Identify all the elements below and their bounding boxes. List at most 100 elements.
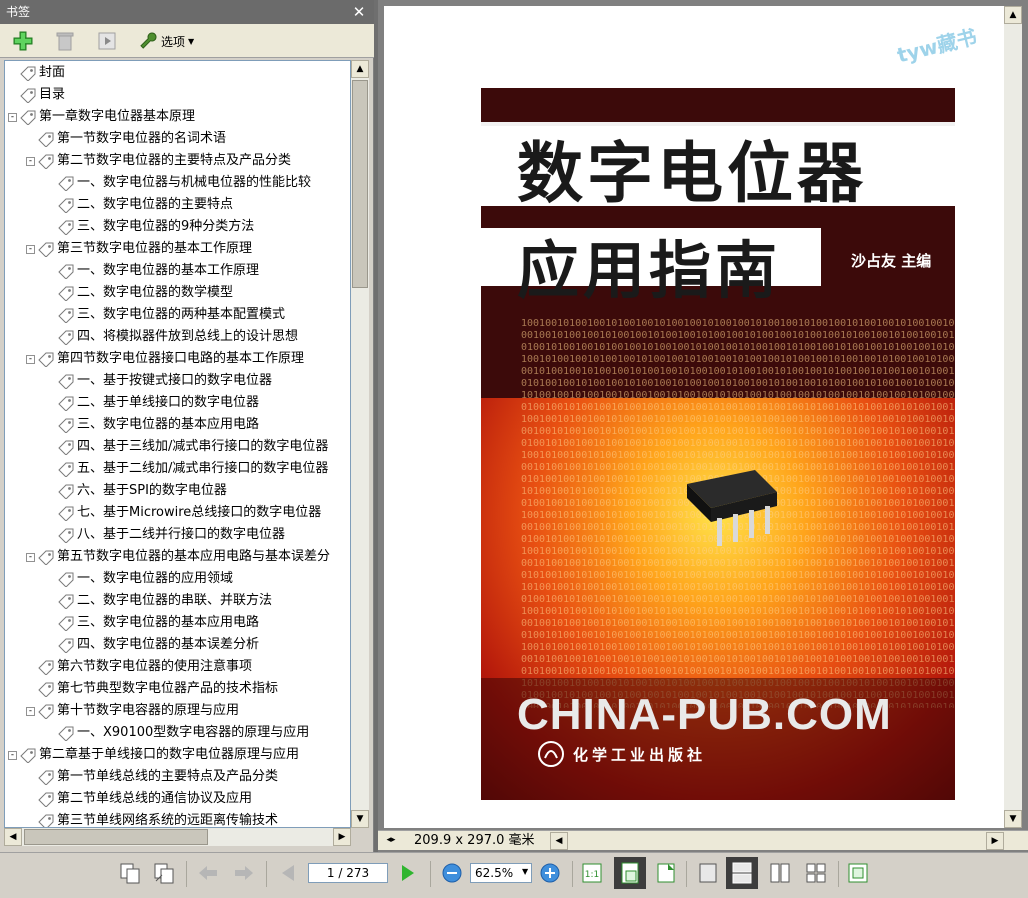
bookmark-label: 一、数字电位器的应用领域	[77, 571, 234, 586]
pdf-page[interactable]: tyw藏书 1001001010010010100100101001001010…	[384, 6, 1004, 828]
page-size-readout: 209.9 x 297.0 毫米	[414, 833, 535, 848]
bookmark-item[interactable]: 第十节数字电容器的原理与应用	[37, 700, 239, 722]
bookmark-item[interactable]: 一、X90100型数字电容器的原理与应用	[57, 722, 309, 744]
bookmark-icon	[58, 528, 74, 543]
page-number-input[interactable]: 1 / 273	[308, 863, 388, 883]
tree-toggle-icon[interactable]: -	[26, 245, 35, 254]
scroll-down-icon[interactable]: ▼	[351, 810, 369, 828]
bookmark-item[interactable]: 二、数字电位器的数学模型	[57, 282, 233, 304]
document-status-bar: ◂▸ 209.9 x 297.0 毫米 ◀ ▶	[378, 830, 1028, 850]
scroll-left-icon[interactable]: ◀	[4, 828, 22, 846]
bookmark-item[interactable]: 第一节单线总线的主要特点及产品分类	[37, 766, 278, 788]
bookmark-item[interactable]: 一、数字电位器的应用领域	[57, 568, 233, 590]
full-screen-icon[interactable]	[846, 861, 870, 885]
bookmark-item[interactable]: 三、数字电位器的9种分类方法	[57, 216, 254, 238]
scroll-down-icon[interactable]: ▼	[1004, 810, 1022, 828]
bookmark-item[interactable]: 一、数字电位器的基本工作原理	[57, 260, 259, 282]
scrollbar-thumb[interactable]	[352, 80, 368, 288]
bookmark-vertical-scrollbar[interactable]: ▲ ▼	[351, 60, 369, 828]
bookmark-icon	[20, 66, 36, 81]
tree-toggle-icon[interactable]: -	[8, 751, 17, 760]
bookmark-icon	[58, 506, 74, 521]
bookmark-item[interactable]: 二、基于单线接口的数字电位器	[57, 392, 259, 414]
bookmark-label: 三、数字电位器的两种基本配置模式	[77, 307, 286, 322]
facing-pages-icon[interactable]	[768, 861, 792, 885]
scroll-up-icon[interactable]: ▲	[351, 60, 369, 78]
scroll-up-icon[interactable]: ▲	[1004, 6, 1022, 24]
bookmark-item[interactable]: 二、数字电位器的串联、并联方法	[57, 590, 272, 612]
tree-toggle-icon[interactable]: -	[26, 157, 35, 166]
bookmark-item[interactable]: 六、基于SPI的数字电位器	[57, 480, 227, 502]
bookmark-icon	[38, 550, 54, 565]
bookmark-item[interactable]: 封面	[19, 62, 65, 84]
single-page-icon[interactable]	[696, 861, 720, 885]
scroll-left-icon[interactable]: ◀	[550, 832, 568, 850]
zoom-in-icon[interactable]	[538, 861, 562, 885]
cover-stripes	[789, 232, 819, 286]
pages-tab-icon[interactable]	[118, 861, 142, 885]
bookmark-item[interactable]: 目录	[19, 84, 65, 106]
scroll-right-icon[interactable]: ▶	[333, 828, 351, 846]
close-icon[interactable]: ✕	[352, 0, 366, 24]
previous-page-icon[interactable]	[276, 861, 300, 885]
scrollbar-track[interactable]	[1005, 26, 1021, 806]
bookmark-item[interactable]: 第三节数字电位器的基本工作原理	[37, 238, 252, 260]
bookmark-horizontal-scrollbar[interactable]: ◀ ▶	[4, 828, 351, 846]
forward-arrow-icon[interactable]	[232, 861, 256, 885]
bookmark-item[interactable]: 四、将模拟器件放到总线上的设计思想	[57, 326, 298, 348]
bookmark-icon	[20, 88, 36, 103]
bookmark-item[interactable]: 四、基于三线加/减式串行接口的数字电位器	[57, 436, 328, 458]
options-menu-button[interactable]: 选项 ▼	[138, 30, 194, 52]
bookmark-icon	[58, 330, 74, 345]
fit-page-icon[interactable]	[614, 857, 646, 889]
bookmark-item[interactable]: 第六节数字电位器的使用注意事项	[37, 656, 252, 678]
bookmark-item[interactable]: 第一章数字电位器基本原理	[19, 106, 195, 128]
delete-bookmark-icon[interactable]	[54, 30, 76, 52]
cover-title-line1: 数字电位器	[517, 135, 867, 212]
back-arrow-icon[interactable]	[196, 861, 220, 885]
bookmark-item[interactable]: 四、数字电位器的基本误差分析	[57, 634, 259, 656]
bookmark-item[interactable]: 一、数字电位器与机械电位器的性能比较	[57, 172, 311, 194]
bookmark-item[interactable]: 五、基于二线加/减式串行接口的数字电位器	[57, 458, 328, 480]
bookmark-label: 第三节单线网络系统的远距离传输技术	[57, 813, 279, 828]
chevron-down-icon[interactable]: ▼	[522, 867, 528, 876]
bookmark-item[interactable]: 第二章基于单线接口的数字电位器原理与应用	[19, 744, 299, 766]
next-page-icon[interactable]	[396, 861, 420, 885]
bookmark-item[interactable]: 第二节数字电位器的主要特点及产品分类	[37, 150, 291, 172]
bookmark-item[interactable]: 一、基于按键式接口的数字电位器	[57, 370, 272, 392]
scrollbar-thumb[interactable]	[24, 829, 208, 845]
bookmark-item[interactable]: 第四节数字电位器接口电路的基本工作原理	[37, 348, 304, 370]
bookmark-item[interactable]: 第七节典型数字电位器产品的技术指标	[37, 678, 278, 700]
bookmark-item[interactable]: 第二节单线总线的通信协议及应用	[37, 788, 252, 810]
fit-width-icon[interactable]	[654, 861, 678, 885]
continuous-page-icon[interactable]	[726, 857, 758, 889]
tree-toggle-icon[interactable]: -	[26, 707, 35, 716]
bookmark-label: 四、基于三线加/减式串行接口的数字电位器	[77, 439, 329, 454]
cover-publisher-name: 化学工业出版社	[573, 746, 707, 764]
book-cover: 1001001010010010100100101001001010010010…	[481, 88, 955, 800]
document-vertical-scrollbar[interactable]: ▲ ▼	[1004, 6, 1022, 828]
bookmark-label: 第二节单线总线的通信协议及应用	[57, 791, 253, 806]
bookmark-item[interactable]: 二、数字电位器的主要特点	[57, 194, 233, 216]
bookmark-label: 三、数字电位器的9种分类方法	[77, 219, 255, 234]
bookmark-item[interactable]: 三、数字电位器的基本应用电路	[57, 414, 259, 436]
expand-icon[interactable]	[96, 30, 118, 52]
zoom-out-icon[interactable]	[440, 861, 464, 885]
actual-size-icon[interactable]: 1:1	[580, 861, 604, 885]
tree-toggle-icon[interactable]: -	[26, 553, 35, 562]
expand-arrows-icon[interactable]: ◂▸	[382, 832, 400, 850]
bookmark-item[interactable]: 七、基于Microwire总线接口的数字电位器	[57, 502, 321, 524]
bookmark-item[interactable]: 八、基于二线并行接口的数字电位器	[57, 524, 285, 546]
bookmarks-tab-icon[interactable]	[152, 861, 176, 885]
add-bookmark-icon[interactable]	[12, 30, 34, 52]
bookmark-item[interactable]: 三、数字电位器的基本应用电路	[57, 612, 259, 634]
bookmark-label: 二、数字电位器的数学模型	[77, 285, 234, 300]
scroll-right-icon[interactable]: ▶	[986, 832, 1004, 850]
continuous-facing-icon[interactable]	[804, 861, 828, 885]
tree-toggle-icon[interactable]: -	[8, 113, 17, 122]
bookmark-item[interactable]: 第一节数字电位器的名词术语	[37, 128, 226, 150]
tree-toggle-icon[interactable]: -	[26, 355, 35, 364]
bookmark-item[interactable]: 第三节单线网络系统的远距离传输技术	[37, 810, 279, 828]
bookmark-item[interactable]: 三、数字电位器的两种基本配置模式	[57, 304, 285, 326]
bookmark-item[interactable]: 第五节数字电位器的基本应用电路与基本误差分	[37, 546, 330, 568]
